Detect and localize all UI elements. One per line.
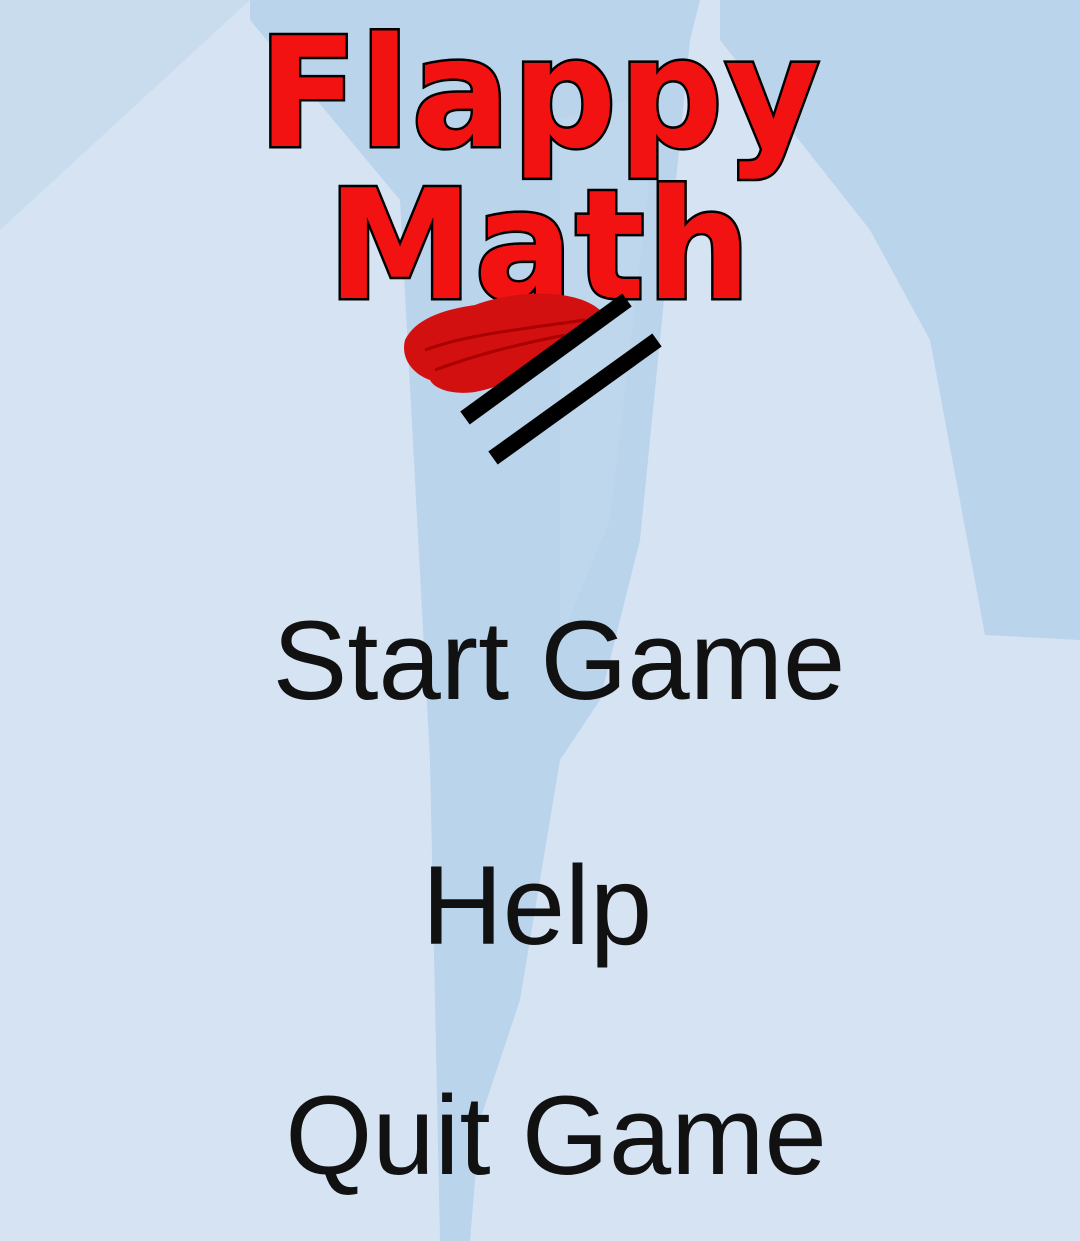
- quit-game-label: Quit Game: [285, 1073, 827, 1198]
- quit-game-button[interactable]: Quit Game: [0, 1080, 1080, 1192]
- help-label: Help: [421, 843, 653, 968]
- help-button[interactable]: Help: [0, 850, 1080, 962]
- start-game-button[interactable]: Start Game: [0, 605, 1080, 717]
- game-title: Flappy Math: [0, 5, 1080, 334]
- start-game-label: Start Game: [272, 598, 846, 723]
- game-title-text: Flappy Math: [256, 5, 823, 334]
- flying-equals-sign-icon: [404, 293, 662, 465]
